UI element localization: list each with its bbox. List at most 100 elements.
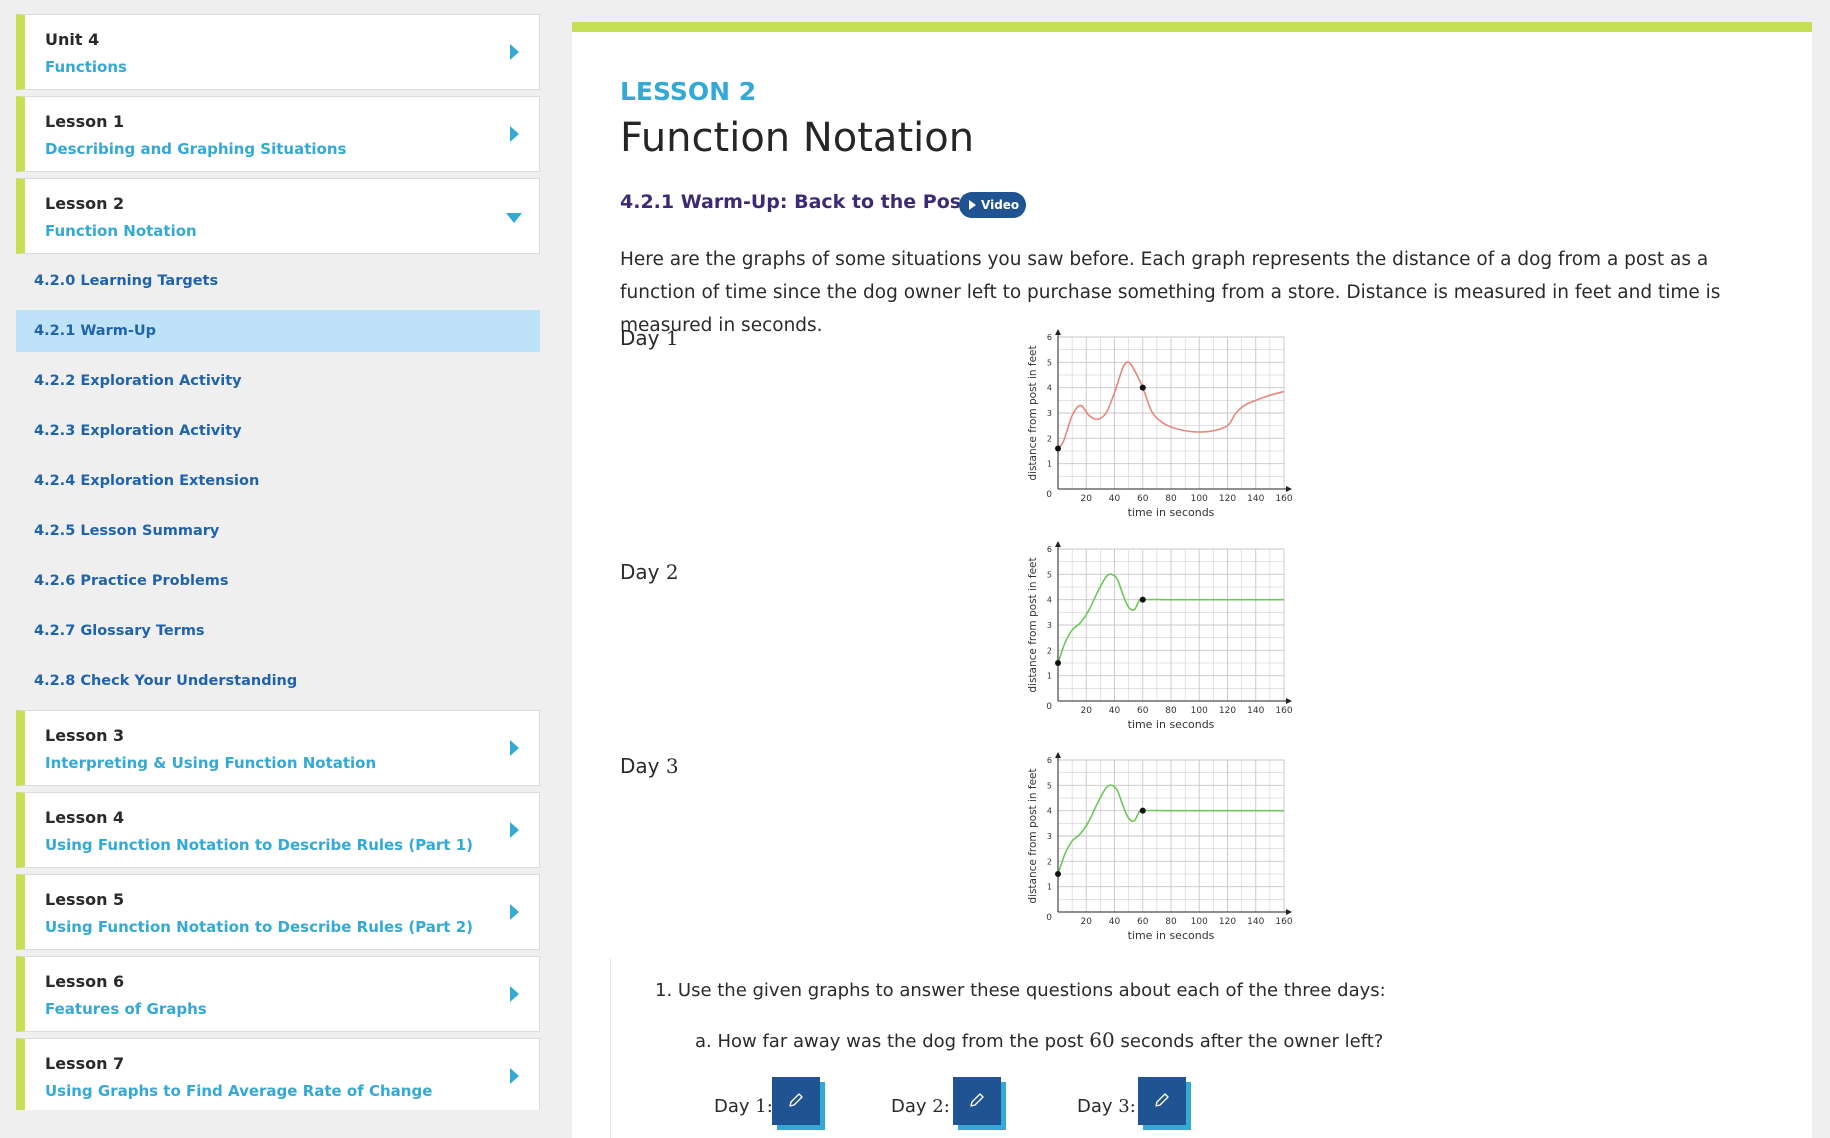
y-axis-arrow: [1055, 329, 1061, 335]
x-axis-label: time in seconds: [1128, 506, 1215, 517]
y-tick-label: 2: [1047, 646, 1052, 655]
y-tick-label: 6: [1047, 333, 1052, 342]
x-tick-label: 20: [1081, 494, 1093, 504]
sidebar-lesson-4[interactable]: Lesson 4 Using Function Notation to Desc…: [16, 792, 540, 868]
y-tick-label: 1: [1047, 672, 1052, 681]
day-1-label: Day 1: [620, 326, 679, 350]
answer-day-2-button[interactable]: [953, 1077, 1006, 1130]
section-lesson-summary[interactable]: 4.2.5 Lesson Summary: [16, 510, 540, 552]
section-check-understanding[interactable]: 4.2.8 Check Your Understanding: [16, 660, 540, 702]
origin-label: 0: [1046, 702, 1052, 712]
sidebar-lesson-3[interactable]: Lesson 3 Interpreting & Using Function N…: [16, 710, 540, 786]
day-3-graph: 20 40 60 80 100 120 140 1601234560time in secon…: [1027, 752, 1292, 940]
sidebar-lesson-5[interactable]: Lesson 5 Using Function Notation to Desc…: [16, 874, 540, 950]
lesson-subtitle: Using Function Notation to Describe Rule…: [45, 836, 473, 854]
x-tick-label: 60: [1137, 494, 1149, 504]
y-axis-arrow: [1055, 541, 1061, 547]
x-tick-label: 80: [1165, 706, 1177, 716]
section-exploration-extension[interactable]: 4.2.4 Exploration Extension: [16, 460, 540, 502]
answer-day-3-label: Day 3:: [1077, 1096, 1136, 1117]
unit-subtitle: Functions: [45, 58, 127, 76]
section-learning-targets[interactable]: 4.2.0 Learning Targets: [16, 260, 540, 302]
question-1a-text-end: seconds after the owner left?: [1114, 1031, 1384, 1052]
sidebar-lesson-6[interactable]: Lesson 6 Features of Graphs: [16, 956, 540, 1032]
data-point: [1055, 445, 1061, 452]
section-exploration-activity-1[interactable]: 4.2.2 Exploration Activity: [16, 360, 540, 402]
y-tick-label: 3: [1047, 409, 1052, 418]
x-axis-label: time in seconds: [1128, 718, 1215, 729]
sidebar-lesson-1[interactable]: Lesson 1 Describing and Graphing Situati…: [16, 96, 540, 172]
data-point: [1139, 807, 1146, 814]
question-1a: a. How far away was the dog from the pos…: [695, 1028, 1383, 1052]
lesson-subtitle: Features of Graphs: [45, 1000, 207, 1018]
origin-label: 0: [1046, 490, 1052, 500]
y-tick-label: 3: [1047, 832, 1052, 841]
sidebar-unit-4[interactable]: Unit 4 Functions: [16, 14, 540, 90]
x-tick-label: 20: [1081, 706, 1093, 716]
y-tick-label: 1: [1047, 460, 1052, 469]
chevron-right-icon: [510, 740, 519, 756]
x-tick-label: 140: [1247, 494, 1264, 504]
day-number: 2: [665, 560, 679, 584]
x-tick-label: 40: [1109, 917, 1121, 927]
y-tick-label: 6: [1047, 756, 1052, 765]
lesson-subtitle: Function Notation: [45, 222, 197, 240]
sidebar-lesson-7[interactable]: Lesson 7 Using Graphs to Find Average Ra…: [16, 1038, 540, 1110]
y-tick-label: 4: [1047, 596, 1052, 605]
chevron-right-icon: [510, 822, 519, 838]
lesson-title: Lesson 2: [45, 194, 125, 213]
y-tick-label: 5: [1047, 358, 1052, 367]
answer-day-3-button[interactable]: [1138, 1077, 1191, 1130]
lesson-title: Lesson 6: [45, 972, 125, 991]
x-tick-label: 160: [1275, 706, 1292, 716]
day-word: Day: [620, 326, 660, 350]
y-tick-label: 2: [1047, 434, 1052, 443]
sidebar-lesson-2[interactable]: Lesson 2 Function Notation: [16, 178, 540, 254]
video-button[interactable]: Video: [959, 192, 1026, 218]
y-tick-label: 4: [1047, 807, 1052, 816]
y-axis-label: distance from post in feet: [1027, 557, 1039, 692]
section-glossary-terms[interactable]: 4.2.7 Glossary Terms: [16, 610, 540, 652]
question-box: 1. Use the given graphs to answer these …: [610, 958, 1791, 1138]
x-tick-label: 140: [1247, 917, 1264, 927]
x-tick-label: 100: [1191, 917, 1208, 927]
section-practice-problems[interactable]: 4.2.6 Practice Problems: [16, 560, 540, 602]
warmup-heading: 4.2.1 Warm-Up: Back to the Post!: [620, 191, 979, 213]
answer-day-1-button[interactable]: [772, 1077, 825, 1130]
question-1: 1. Use the given graphs to answer these …: [655, 980, 1386, 1001]
chevron-right-icon: [510, 986, 519, 1002]
section-exploration-activity-2[interactable]: 4.2.3 Exploration Activity: [16, 410, 540, 452]
x-axis-arrow: [1286, 909, 1292, 915]
sidebar-nav: Unit 4 Functions Lesson 1 Describing and…: [16, 14, 540, 1110]
question-1a-number: 60: [1089, 1028, 1115, 1052]
answer-day-1-label: Day 1:: [714, 1096, 773, 1117]
lesson-title: Lesson 5: [45, 890, 125, 909]
answer-day-2-label: Day 2:: [891, 1096, 950, 1117]
chevron-right-icon: [510, 126, 519, 142]
lesson-subtitle: Interpreting & Using Function Notation: [45, 754, 377, 772]
origin-label: 0: [1046, 913, 1052, 923]
data-point: [1055, 660, 1061, 666]
chevron-right-icon: [510, 1068, 519, 1084]
video-label: Video: [981, 198, 1020, 212]
lesson-title: Lesson 3: [45, 726, 125, 745]
chevron-right-icon: [510, 904, 519, 920]
y-axis-label: distance from post in feet: [1027, 768, 1039, 903]
y-tick-label: 6: [1047, 545, 1052, 554]
lesson-title: Lesson 7: [45, 1054, 125, 1073]
data-point: [1139, 384, 1146, 391]
x-tick-label: 60: [1137, 917, 1149, 927]
day-3-label: Day 3: [620, 754, 679, 778]
pencil-icon: [789, 1093, 803, 1107]
day-number: 3: [665, 754, 679, 778]
chevron-down-icon: [506, 213, 522, 223]
x-tick-label: 40: [1109, 706, 1121, 716]
x-tick-label: 160: [1275, 494, 1292, 504]
page-title: Function Notation: [620, 115, 975, 161]
x-axis-arrow: [1286, 698, 1292, 704]
day-2-label: Day 2: [620, 560, 679, 584]
lesson-2-section-list: 4.2.0 Learning Targets 4.2.1 Warm-Up 4.2…: [16, 260, 540, 702]
play-icon: [969, 200, 976, 210]
section-warm-up[interactable]: 4.2.1 Warm-Up: [16, 310, 540, 352]
x-tick-label: 120: [1219, 917, 1236, 927]
